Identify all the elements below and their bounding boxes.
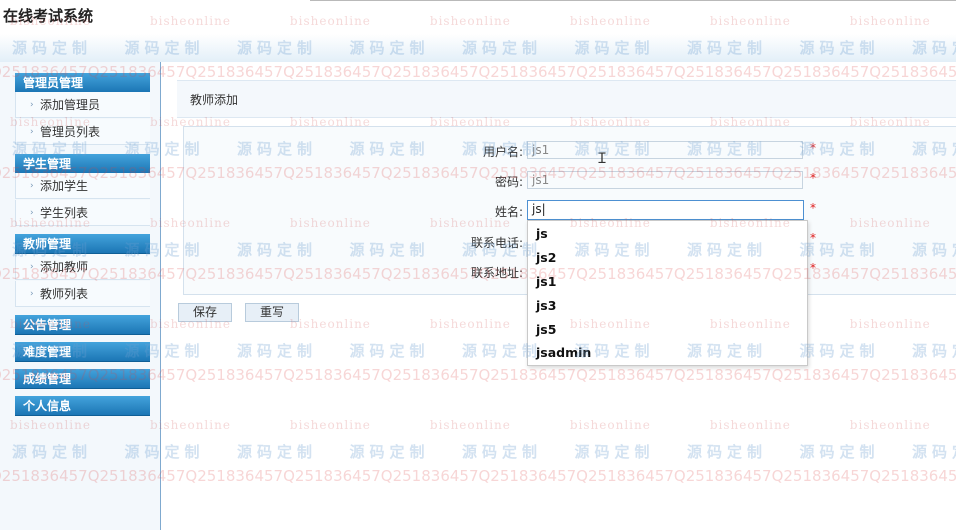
arrow-right-icon: › bbox=[30, 262, 34, 272]
name-field-value: js bbox=[532, 202, 542, 216]
menu-item-label: 添加管理员 bbox=[40, 98, 101, 112]
menu-item-student-list[interactable]: › 学生列表 bbox=[15, 200, 150, 226]
menu-item-label: 学生列表 bbox=[40, 206, 89, 220]
arrow-right-icon: › bbox=[30, 289, 34, 299]
required-mark: * bbox=[810, 231, 816, 245]
arrow-right-icon: › bbox=[30, 181, 34, 191]
name-field[interactable]: js| bbox=[527, 200, 804, 220]
required-mark: * bbox=[810, 171, 816, 185]
autocomplete-option[interactable]: js3 bbox=[536, 298, 556, 313]
arrow-right-icon: › bbox=[30, 100, 34, 110]
arrow-right-icon: › bbox=[30, 208, 34, 218]
menu-header-profile[interactable]: 个人信息 bbox=[15, 396, 150, 416]
username-label: 用户名: bbox=[482, 145, 523, 159]
menu-header-admin[interactable]: 管理员管理 bbox=[15, 73, 150, 93]
username-field[interactable]: js1 bbox=[527, 141, 803, 159]
menu-item-add-teacher[interactable]: › 添加教师 bbox=[15, 254, 150, 280]
menu-item-label: 管理员列表 bbox=[40, 125, 101, 139]
arrow-right-icon: › bbox=[30, 127, 34, 137]
autocomplete-dropdown: js js2 js1 js3 js5 jsadmin bbox=[527, 220, 808, 366]
menu-item-teacher-list[interactable]: › 教师列表 bbox=[15, 281, 150, 307]
header-bar: 在线考试系统 bbox=[0, 0, 956, 62]
text-caret: | bbox=[541, 202, 546, 216]
address-label: 联系地址: bbox=[470, 266, 523, 280]
reset-button[interactable]: 重写 bbox=[245, 303, 299, 322]
page-title: 教师添加 bbox=[190, 93, 239, 107]
form-title-bar: 教师添加 bbox=[177, 80, 956, 118]
save-button[interactable]: 保存 bbox=[178, 303, 232, 322]
menu-item-label: 教师列表 bbox=[40, 287, 89, 301]
required-mark: * bbox=[810, 141, 816, 155]
menu-item-admin-list[interactable]: › 管理员列表 bbox=[15, 119, 150, 145]
text-cursor-icon: Ｉ bbox=[595, 151, 609, 167]
autocomplete-option[interactable]: js5 bbox=[536, 322, 556, 337]
sidebar-border bbox=[160, 62, 161, 530]
required-mark: * bbox=[810, 201, 816, 215]
app-title: 在线考试系统 bbox=[3, 7, 94, 25]
password-label: 密码: bbox=[494, 175, 523, 189]
header-divider bbox=[310, 0, 956, 1]
menu-item-label: 添加学生 bbox=[40, 179, 89, 193]
menu-header-teacher[interactable]: 教师管理 bbox=[15, 234, 150, 254]
autocomplete-option[interactable]: js bbox=[536, 226, 548, 241]
menu-header-difficulty[interactable]: 难度管理 bbox=[15, 342, 150, 362]
menu-item-label: 添加教师 bbox=[40, 260, 89, 274]
menu-item-add-admin[interactable]: › 添加管理员 bbox=[15, 92, 150, 118]
required-mark: * bbox=[810, 261, 816, 275]
autocomplete-option[interactable]: js1 bbox=[536, 274, 556, 289]
menu-header-scores[interactable]: 成绩管理 bbox=[15, 369, 150, 389]
menu-item-add-student[interactable]: › 添加学生 bbox=[15, 173, 150, 199]
phone-label: 联系电话: bbox=[470, 236, 523, 250]
name-label: 姓名: bbox=[494, 205, 523, 219]
autocomplete-option[interactable]: js2 bbox=[536, 250, 556, 265]
menu-header-notice[interactable]: 公告管理 bbox=[15, 315, 150, 335]
menu-header-student[interactable]: 学生管理 bbox=[15, 154, 150, 174]
autocomplete-option[interactable]: jsadmin bbox=[536, 345, 591, 360]
password-field[interactable]: js1 bbox=[527, 171, 803, 189]
